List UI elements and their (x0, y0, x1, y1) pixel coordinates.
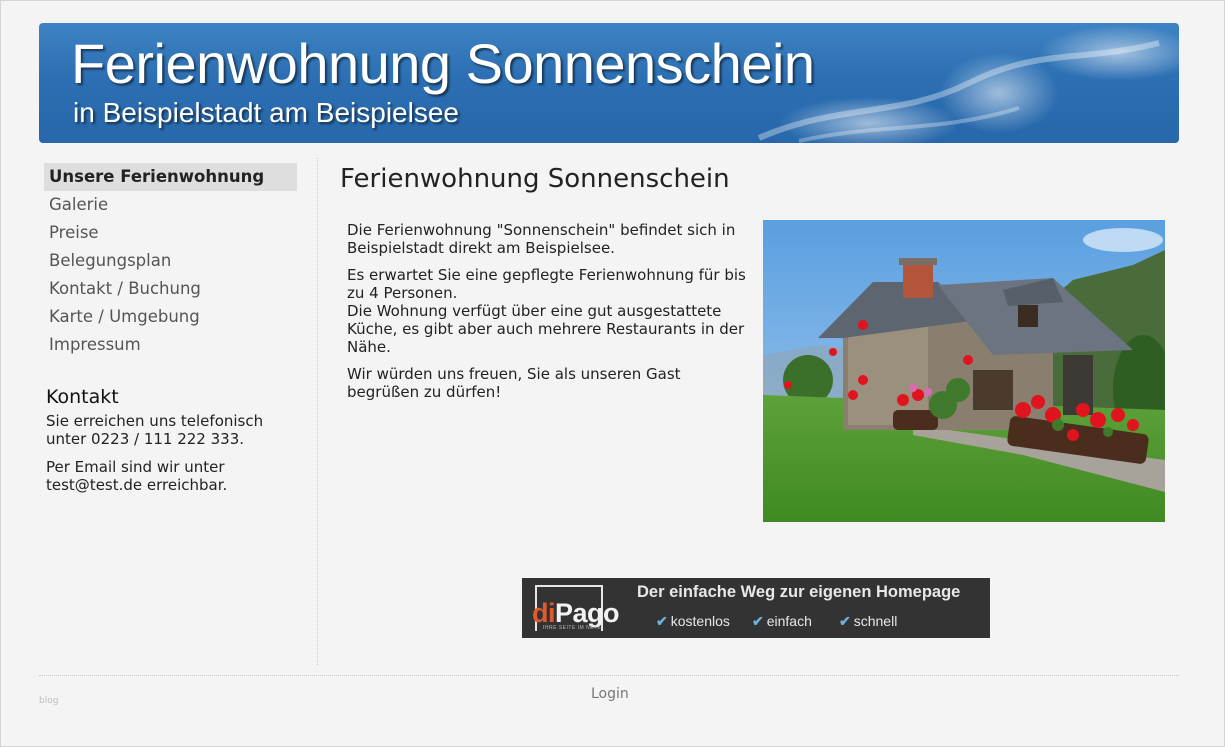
ad-feature-einfach: ✔ einfach (752, 613, 812, 630)
ad-headline: Der einfache Weg zur eigenen Homepage (637, 583, 961, 601)
sidebar-divider (317, 158, 318, 665)
ad-feature-schnell: ✔ schnell (839, 613, 897, 630)
contact-heading: Kontakt (46, 386, 119, 408)
ad-feature-label: einfach (766, 613, 812, 629)
site-subtitle: in Beispielstadt am Beispielsee (73, 97, 459, 128)
intro-paragraph-guests: Es erwartet Sie eine gepflegte Ferienwoh… (347, 266, 746, 302)
blog-link[interactable]: blog (39, 696, 58, 706)
header-banner: Ferienwohnung Sonnenschein in Beispielst… (39, 23, 1179, 143)
nav-item-kontakt-buchung[interactable]: Kontakt / Buchung (44, 275, 297, 303)
sidebar-nav: Unsere Ferienwohnung Galerie Preise Bele… (44, 163, 297, 359)
checkmark-icon: ✔ (752, 613, 764, 629)
nav-item-galerie[interactable]: Galerie (44, 191, 297, 219)
login-link[interactable]: Login (591, 686, 629, 702)
nav-item-karte-umgebung[interactable]: Karte / Umgebung (44, 303, 297, 331)
nav-item-preise[interactable]: Preise (44, 219, 297, 247)
intro-paragraph-kitchen: Die Wohnung verfügt über eine gut ausges… (347, 302, 745, 356)
nav-item-impressum[interactable]: Impressum (44, 331, 297, 359)
ad-feature-kostenlos: ✔ kostenlos (656, 613, 730, 630)
contact-email-text: Per Email sind wir unter test@test.de er… (46, 458, 228, 494)
checkmark-icon: ✔ (839, 613, 851, 629)
checkmark-icon: ✔ (656, 613, 668, 629)
site-title: Ferienwohnung Sonnenschein (71, 32, 815, 95)
dipago-logo-pago: Pago (555, 598, 620, 628)
contact-box: Kontakt Sie erreichen uns telefonisch un… (46, 386, 296, 504)
footer-divider (39, 675, 1179, 676)
intro-text: Die Ferienwohnung "Sonnenschein" befinde… (347, 221, 757, 410)
page-title: Ferienwohnung Sonnenschein (340, 164, 730, 194)
ad-feature-label: kostenlos (670, 613, 730, 629)
ad-feature-label: schnell (853, 613, 898, 629)
contact-phone-text: Sie erreichen uns telefonisch unter 0223… (46, 412, 264, 448)
nav-item-belegungsplan[interactable]: Belegungsplan (44, 247, 297, 275)
dipago-logo-di: di (532, 598, 556, 628)
house-photo (763, 220, 1165, 522)
intro-paragraph-welcome: Wir würden uns freuen, Sie als unseren G… (347, 365, 681, 401)
dipago-logo-tagline: IHRE SEITE IM NETZ (543, 625, 602, 631)
dipago-ad-banner[interactable]: diPago IHRE SEITE IM NETZ Der einfache W… (522, 578, 990, 638)
intro-paragraph-location: Die Ferienwohnung "Sonnenschein" befinde… (347, 221, 736, 257)
nav-item-unsere-ferienwohnung[interactable]: Unsere Ferienwohnung (44, 163, 297, 191)
